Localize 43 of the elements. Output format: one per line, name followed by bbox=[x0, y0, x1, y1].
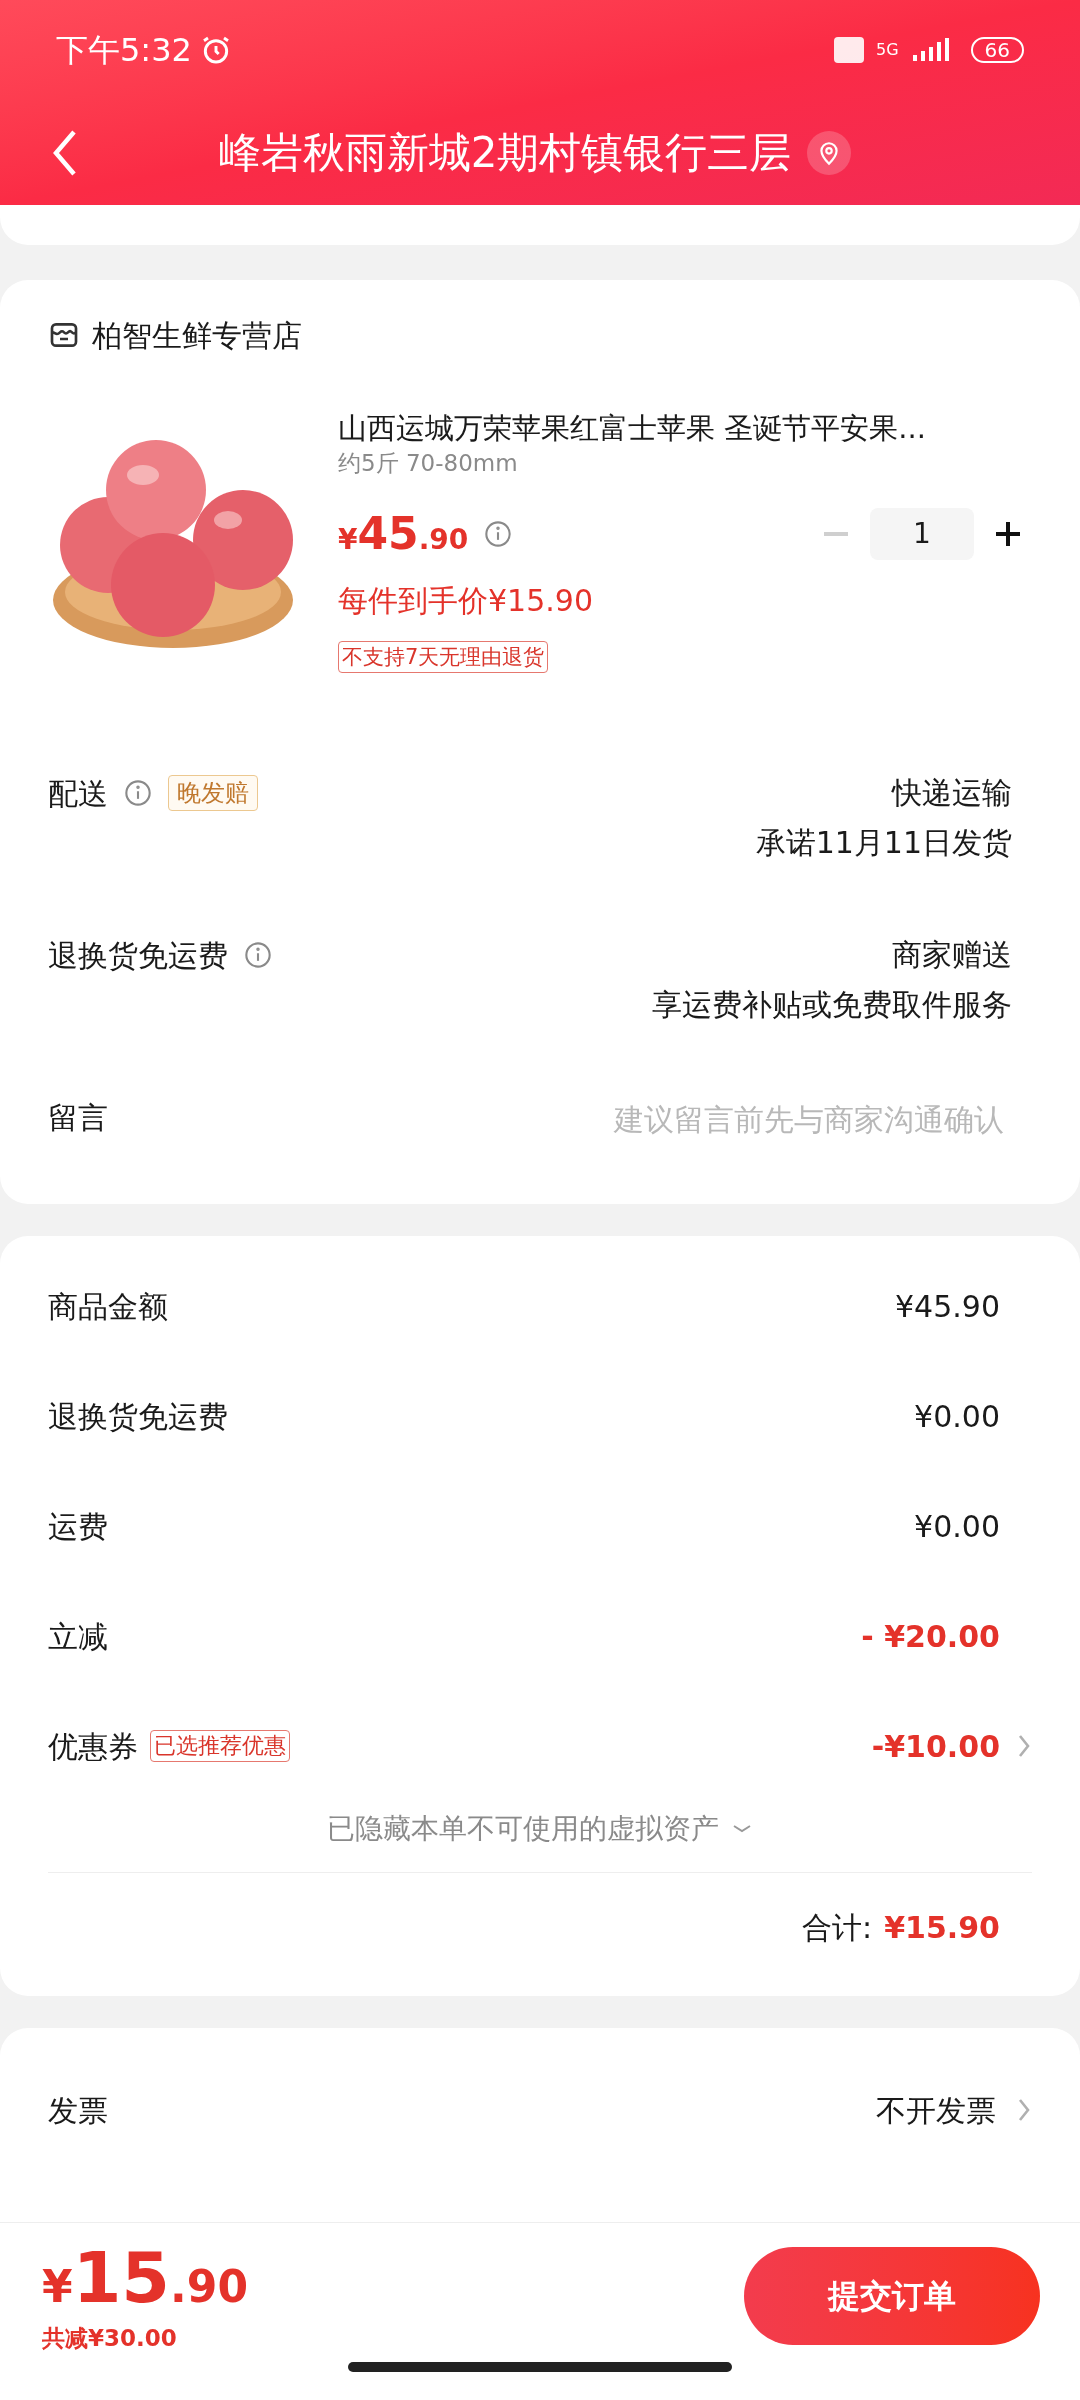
summary-value: ¥0.00 bbox=[914, 1397, 1000, 1436]
summary-value: ¥45.90 bbox=[895, 1287, 1000, 1326]
option-value: 快递运输 bbox=[892, 774, 1012, 812]
store-name[interactable]: 柏智生鲜专营店 bbox=[92, 312, 302, 358]
plus-icon[interactable] bbox=[994, 520, 1022, 548]
option-label: 配送 bbox=[48, 774, 108, 813]
summary-label: 立减 bbox=[48, 1617, 108, 1656]
product-title[interactable]: 山西运城万荣苹果红富士苹果 圣诞节平安果... bbox=[338, 408, 1032, 448]
info-icon[interactable] bbox=[484, 520, 513, 548]
signal-icon bbox=[910, 37, 951, 63]
total-value: ¥15.90 bbox=[884, 1909, 1000, 1947]
summary-label: 商品金额 bbox=[48, 1287, 168, 1326]
status-time: 下午5:32 bbox=[56, 30, 192, 71]
network-label: 5G bbox=[875, 42, 899, 58]
return-policy-tag: 不支持7天无理由退货 bbox=[338, 641, 549, 673]
battery-indicator: 66 bbox=[970, 37, 1024, 63]
invoice-label: 发票 bbox=[48, 2091, 108, 2130]
summary-label: 退换货免运费 bbox=[48, 1397, 228, 1436]
option-label: 留言 bbox=[48, 1098, 108, 1137]
coupon-badge[interactable]: 已选推荐优惠 bbox=[150, 1730, 290, 1762]
product-spec: 约5斤 70-80mm bbox=[338, 449, 519, 478]
info-icon[interactable] bbox=[244, 941, 272, 969]
summary-value: -¥10.00 bbox=[871, 1727, 1000, 1766]
option-label: 退换货免运费 bbox=[48, 936, 228, 975]
product-price: ¥45.90 bbox=[338, 512, 469, 556]
option-value: 享运费补贴或免费取件服务 bbox=[652, 986, 1012, 1024]
info-icon[interactable] bbox=[124, 779, 152, 807]
total-label: 合计: bbox=[802, 1909, 873, 1947]
total-price: ¥15.90 bbox=[42, 2243, 248, 2313]
summary-value: ¥0.00 bbox=[914, 1507, 1000, 1546]
message-field[interactable]: 建议留言前先与商家沟通确认 bbox=[444, 1097, 1004, 1142]
quantity-field[interactable]: 1 bbox=[870, 508, 974, 560]
unit-price: 每件到手价¥15.90 bbox=[338, 582, 594, 620]
summary-value: - ¥20.00 bbox=[861, 1617, 1000, 1656]
summary-label: 优惠券 bbox=[48, 1727, 138, 1766]
option-value: 承诺11月11日发货 bbox=[755, 824, 1012, 862]
invoice-value[interactable]: 不开发票 bbox=[876, 2087, 996, 2133]
option-value: 商家赠送 bbox=[892, 936, 1012, 974]
savings-text: 共减¥30.00 bbox=[42, 2324, 178, 2353]
summary-label: 运费 bbox=[48, 1507, 108, 1546]
late-shipping-badge: 晚发赔 bbox=[168, 775, 258, 811]
address-title[interactable]: 峰岩秋雨新城2期村镇银行三层 bbox=[218, 121, 792, 184]
submit-order-button[interactable]: 提交订单 bbox=[744, 2247, 1040, 2345]
